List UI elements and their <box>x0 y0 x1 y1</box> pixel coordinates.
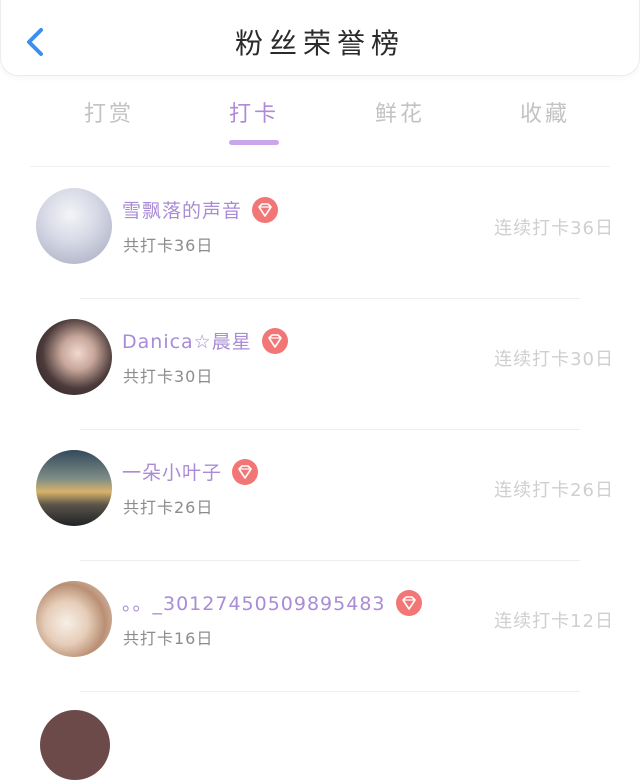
streak-checkins: 连续打卡30日 <box>494 349 614 370</box>
total-checkins: 共打卡36日 <box>123 236 214 255</box>
diamond-icon <box>395 589 422 616</box>
tab-favorites[interactable]: 收藏 <box>485 96 605 128</box>
list-item[interactable]: 一朵小叶子 共打卡26日 连续打卡26日 <box>0 430 640 561</box>
avatar[interactable] <box>36 581 112 657</box>
fan-name[interactable]: 雪飘落的声音 <box>122 196 279 225</box>
divider <box>30 166 610 167</box>
list-item[interactable]: 。。_30127450509895483 共打卡16日 连续打卡12日 <box>0 561 640 692</box>
list-item[interactable]: 雪飘落的声音 共打卡36日 连续打卡36日 <box>0 168 640 299</box>
tab-bar: 打赏 打卡 鲜花 收藏 <box>0 92 640 148</box>
fan-name-text: Danica☆晨星 <box>122 331 252 353</box>
tab-flowers[interactable]: 鲜花 <box>340 96 460 128</box>
fan-name[interactable]: Danica☆晨星 <box>122 327 288 356</box>
active-tab-indicator <box>229 140 279 145</box>
top-bar: 粉丝荣誉榜 <box>0 0 640 76</box>
avatar[interactable] <box>36 319 112 395</box>
total-checkins: 共打卡30日 <box>123 367 214 386</box>
list-item[interactable]: Danica☆晨星 共打卡30日 连续打卡30日 <box>0 299 640 430</box>
tab-checkin[interactable]: 打卡 <box>194 96 314 128</box>
total-checkins: 共打卡16日 <box>123 629 214 648</box>
fan-name-text: 雪飘落的声音 <box>122 200 243 222</box>
diamond-icon <box>252 196 279 223</box>
fan-name-text: 一朵小叶子 <box>122 462 223 484</box>
total-checkins: 共打卡26日 <box>123 498 214 517</box>
avatar[interactable] <box>36 188 112 264</box>
avatar[interactable] <box>36 450 112 526</box>
diamond-icon <box>261 327 288 354</box>
fan-name[interactable]: 一朵小叶子 <box>122 458 259 487</box>
divider <box>80 691 580 692</box>
avatar[interactable] <box>40 710 110 780</box>
fan-name-text: 。。_30127450509895483 <box>122 593 386 615</box>
diamond-icon <box>232 458 259 485</box>
streak-checkins: 连续打卡12日 <box>494 611 614 632</box>
streak-checkins: 连续打卡26日 <box>494 480 614 501</box>
page-title: 粉丝荣誉榜 <box>234 27 405 60</box>
streak-checkins: 连续打卡36日 <box>494 218 614 239</box>
fan-name[interactable]: 。。_30127450509895483 <box>122 589 422 618</box>
tab-reward[interactable]: 打赏 <box>49 96 169 128</box>
